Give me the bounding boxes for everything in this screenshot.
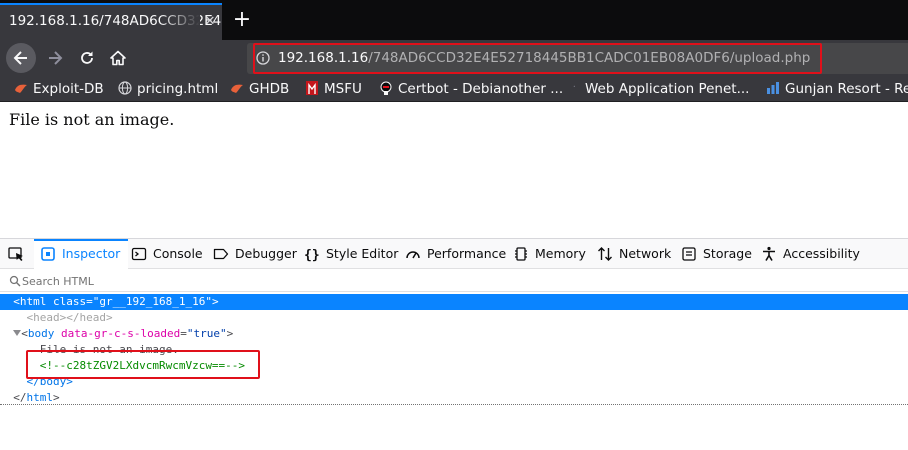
search-icon <box>9 275 21 287</box>
ghdb-icon <box>231 84 243 93</box>
devtools-panel: Inspector Console Debugger {} Style Edito… <box>0 238 908 450</box>
element-picker-icon[interactable] <box>8 247 25 263</box>
chart-icon <box>767 82 779 94</box>
tab-memory[interactable]: Memory <box>513 239 586 269</box>
tree-end-divider <box>0 404 908 405</box>
performance-icon <box>406 251 420 259</box>
bookmark-pricing-html[interactable]: pricing.html <box>118 77 218 101</box>
tree-node-head[interactable]: <head></head> <box>0 310 908 326</box>
bookmark-msfu[interactable]: MSFU <box>305 77 362 101</box>
msfu-icon <box>306 81 318 95</box>
bookmark-exploit-db[interactable]: Exploit-DB <box>14 77 104 101</box>
console-icon <box>131 247 147 261</box>
tab-accessibility[interactable]: Accessibility <box>761 239 860 269</box>
accessibility-icon <box>763 246 775 261</box>
tree-node-body[interactable]: <body data-gr-c-s-loaded="true"> <box>0 326 908 342</box>
forward-button[interactable] <box>40 43 70 73</box>
tab-console[interactable]: Console <box>131 239 203 269</box>
browser-tab[interactable]: 192.168.1.16/748AD6CCD32E4E52718445BB1CA… <box>0 3 222 40</box>
tab-style-editor[interactable]: {} Style Editor <box>304 239 398 269</box>
arrow-left-icon <box>13 51 27 65</box>
inspector-icon <box>41 247 55 261</box>
svg-text:{}: {} <box>304 248 320 262</box>
storage-icon <box>682 247 696 261</box>
bookmarks-toolbar: Exploit-DB pricing.html GHDB MSFU Certbo… <box>0 77 908 102</box>
tab-strip: 192.168.1.16/748AD6CCD32E4E52718445BB1CA… <box>0 0 908 40</box>
search-html-input[interactable] <box>22 272 322 290</box>
page-content: File is not an image. <box>0 102 908 238</box>
bookmark-ghdb[interactable]: GHDB <box>230 77 289 101</box>
bookmark-icon <box>573 85 575 87</box>
tab-debugger[interactable]: Debugger <box>213 239 297 269</box>
tab-storage[interactable]: Storage <box>681 239 752 269</box>
html-search-bar <box>0 270 908 292</box>
network-icon <box>598 247 612 261</box>
style-editor-icon: {} <box>304 248 320 262</box>
tab-close-icon[interactable]: ✕ <box>203 15 217 29</box>
bookmark-gunjan-resort[interactable]: Gunjan Resort - Re <box>766 77 908 101</box>
bookmark-web-application[interactable]: Web Application Penet... <box>572 77 749 101</box>
tab-performance[interactable]: Performance <box>405 239 506 269</box>
tab-network[interactable]: Network <box>597 239 671 269</box>
new-tab-button[interactable]: + <box>230 6 254 34</box>
arrow-right-icon <box>49 51 63 65</box>
home-button[interactable] <box>103 43 133 73</box>
home-icon <box>110 50 126 66</box>
reload-icon <box>81 51 93 64</box>
devtools-toolbar: Inspector Console Debugger {} Style Edito… <box>0 239 908 269</box>
reload-button[interactable] <box>72 43 102 73</box>
debugger-icon <box>213 248 229 260</box>
comment-highlight-box <box>26 350 260 379</box>
bookmark-certbot[interactable]: Certbot - Debianother ... <box>379 77 563 101</box>
globe-icon <box>118 81 132 95</box>
url-highlight-box <box>253 43 822 74</box>
certbot-icon <box>380 81 392 95</box>
memory-icon <box>515 247 527 261</box>
exploitdb-icon <box>15 84 27 93</box>
tree-node-html[interactable]: <html class="gr__192_168_1_16"> <box>0 294 908 310</box>
page-message: File is not an image. <box>9 110 175 129</box>
tab-inspector[interactable]: Inspector <box>34 239 129 269</box>
back-button[interactable] <box>6 43 36 73</box>
